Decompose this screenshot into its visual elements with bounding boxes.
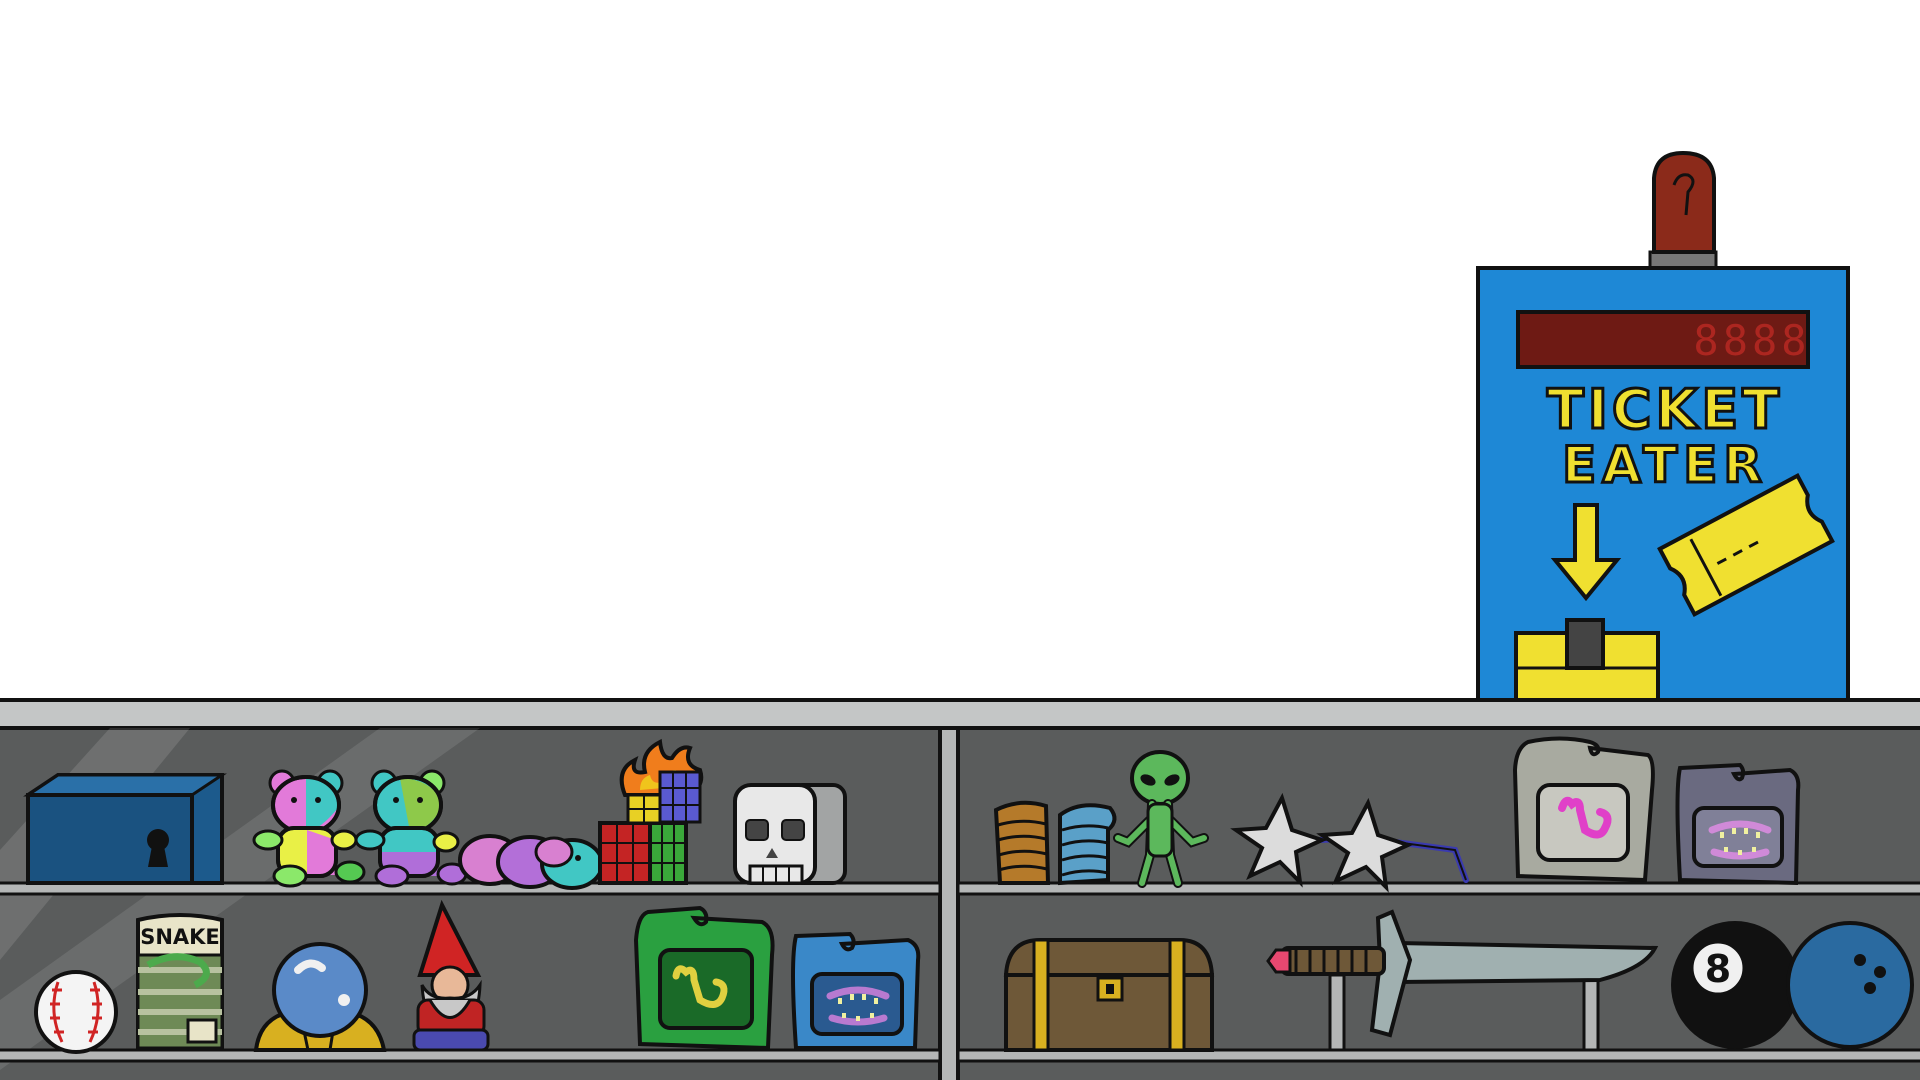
case-divider xyxy=(938,726,960,1080)
prize-skull-block[interactable] xyxy=(733,783,847,885)
eight-ball-label: 8 xyxy=(1705,947,1731,991)
siren-light-icon xyxy=(1648,150,1718,270)
prize-green-gummy-lizard-pack[interactable] xyxy=(633,905,775,1051)
machine-title-line1: TICKET xyxy=(1547,378,1783,441)
prize-striped-plush-caterpillar[interactable] xyxy=(458,834,604,890)
ticket-eater-machine[interactable]: 8888 TICKET EATER xyxy=(1476,150,1850,705)
bowling-finger-hole xyxy=(1854,954,1866,966)
snake-can-label: SNAKE xyxy=(140,925,220,949)
prize-canned-snake-prank[interactable]: SNAKE xyxy=(136,913,224,1050)
prize-treasure-chest[interactable] xyxy=(1003,938,1215,1052)
prize-slinky-toy-blue[interactable] xyxy=(1058,803,1117,886)
counter-top xyxy=(0,698,1920,730)
ticket-slot[interactable] xyxy=(1514,618,1660,705)
prize-purple-gummy-teeth-pack[interactable] xyxy=(1675,762,1801,886)
arcade-prize-counter-scene: 8888 TICKET EATER SNAKE 8 xyxy=(0,150,1920,1080)
shelf-bottom-left xyxy=(0,1048,942,1063)
prize-gray-gummy-pack[interactable] xyxy=(1512,736,1655,883)
prize-eight-ball[interactable]: 8 xyxy=(1671,921,1799,1049)
ticket-count-digits: 8888 xyxy=(1693,316,1810,365)
shelf-top-right xyxy=(956,881,1920,896)
prize-slinky-toy-gold[interactable] xyxy=(993,800,1051,885)
machine-title-line2: EATER xyxy=(1562,436,1768,494)
prize-blue-gummy-teeth-pack[interactable] xyxy=(791,931,921,1050)
prize-bowling-ball[interactable] xyxy=(1786,921,1914,1049)
ticket-count-display: 8888 xyxy=(1516,310,1810,369)
prize-blue-lockbox[interactable] xyxy=(23,773,227,885)
prize-baseball[interactable] xyxy=(34,970,118,1054)
